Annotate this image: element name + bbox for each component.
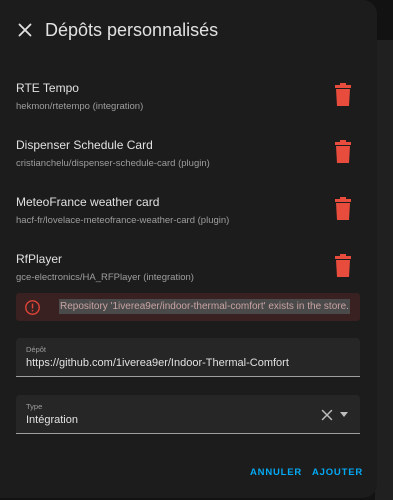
type-select[interactable]: Type Intégration: [16, 395, 360, 434]
custom-repositories-dialog: Dépôts personnalisés RTE Tempo hekmon/rt…: [0, 0, 377, 498]
error-circle-icon: [25, 300, 40, 315]
repository-name: Dispenser Schedule Card: [16, 138, 153, 152]
field-label: Dépôt: [26, 345, 47, 354]
field-label: Type: [26, 402, 43, 411]
trash-icon[interactable]: [333, 83, 353, 107]
repository-subtitle: hacf-fr/lovelace-meteofrance-weather-car…: [16, 215, 230, 226]
repository-item: Dispenser Schedule Card cristianchelu/di…: [0, 137, 377, 185]
type-select-value[interactable]: Intégration: [26, 413, 78, 428]
repository-subtitle: hekmon/rtetempo (integration): [16, 101, 144, 112]
repository-name: MeteoFrance weather card: [16, 195, 160, 209]
error-alert: Repository '1iverea9er/indoor-thermal-co…: [16, 293, 360, 321]
background-panel: [375, 40, 393, 500]
repository-subtitle: cristianchelu/dispenser-schedule-card (p…: [16, 158, 210, 169]
close-icon[interactable]: [14, 19, 36, 41]
repository-item: RTE Tempo hekmon/rtetempo (integration): [0, 80, 377, 128]
repository-name: RTE Tempo: [16, 81, 79, 95]
alert-message: Repository '1iverea9er/indoor-thermal-co…: [59, 299, 350, 314]
repository-url-field[interactable]: Dépôt https://github.com/1iverea9er/Indo…: [16, 338, 360, 377]
repository-subtitle: gce-electronics/HA_RFPlayer (integration…: [16, 272, 194, 283]
trash-icon[interactable]: [333, 197, 353, 221]
repository-name: RfPlayer: [16, 252, 63, 266]
repository-item: RfPlayer gce-electronics/HA_RFPlayer (in…: [0, 251, 377, 299]
dialog-title: Dépôts personnalisés: [45, 20, 219, 40]
repository-url-input[interactable]: https://github.com/1iverea9er/Indoor-The…: [26, 356, 289, 371]
clear-icon[interactable]: [321, 409, 333, 421]
cancel-button[interactable]: ANNULER: [250, 466, 302, 480]
trash-icon[interactable]: [333, 140, 353, 164]
repository-item: MeteoFrance weather card hacf-fr/lovelac…: [0, 194, 377, 242]
trash-icon[interactable]: [333, 254, 353, 278]
dialog-header: Dépôts personnalisés: [0, 0, 377, 62]
add-button[interactable]: AJOUTER: [312, 466, 363, 480]
caret-down-icon[interactable]: [340, 412, 348, 417]
